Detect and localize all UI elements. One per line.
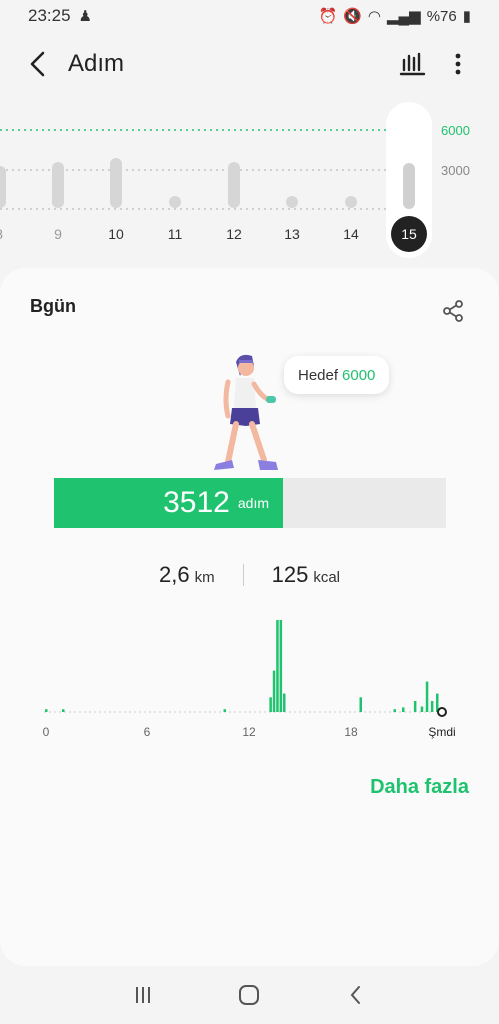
steps-progress-bar: 3512 adım bbox=[54, 478, 446, 528]
stats-row: 2,6 km 125 kcal bbox=[0, 562, 499, 588]
today-card: Bgün Hedef 6000 3512 adım 2,6 km 125 kca… bbox=[0, 268, 499, 966]
goal-label: Hedef bbox=[298, 366, 339, 384]
hour-bar bbox=[430, 701, 434, 712]
day-label: 9 bbox=[54, 226, 62, 242]
battery-icon: ▮ bbox=[462, 8, 471, 25]
status-icons: ⏰ 🔇 ◠ ▂▄▆ %76 ▮ bbox=[318, 7, 471, 26]
x-tick-label: 6 bbox=[144, 725, 151, 739]
hour-bar bbox=[269, 697, 272, 712]
steps-unit: adım bbox=[237, 495, 269, 511]
day-label: 8 bbox=[0, 226, 3, 242]
stats-divider bbox=[242, 564, 244, 586]
distance-unit: km bbox=[194, 569, 215, 586]
notification-icon: ♟ bbox=[78, 8, 92, 25]
now-marker bbox=[437, 707, 447, 717]
steps-value: 3512 adım bbox=[54, 478, 283, 528]
more-details-link[interactable]: Daha fazla bbox=[370, 776, 469, 799]
distance-value: 2,6 bbox=[159, 562, 190, 587]
hour-bar bbox=[279, 620, 283, 712]
signal-icon: ▂▄▆ bbox=[387, 8, 421, 25]
day-label-selected: 15 bbox=[401, 226, 417, 242]
day-label: 13 bbox=[284, 226, 300, 242]
hour-bar bbox=[413, 701, 417, 712]
page-title: Adım bbox=[68, 50, 125, 77]
day-label: 12 bbox=[226, 226, 242, 242]
hour-bar bbox=[62, 709, 65, 712]
calories-unit: kcal bbox=[313, 569, 340, 586]
back-arrow-icon[interactable] bbox=[26, 50, 50, 78]
calories-value: 125 bbox=[271, 562, 309, 587]
hour-bar bbox=[283, 693, 286, 712]
recent-apps-icon[interactable] bbox=[131, 983, 155, 1007]
hour-bar bbox=[272, 670, 276, 712]
selected-day-bar bbox=[403, 163, 415, 209]
battery-percent: %76 bbox=[426, 7, 457, 25]
goal-value: 6000 bbox=[342, 366, 376, 384]
day-label: 10 bbox=[108, 226, 124, 242]
x-tick-label: 18 bbox=[344, 725, 358, 739]
share-icon[interactable] bbox=[440, 298, 466, 324]
system-nav-bar bbox=[0, 966, 499, 1024]
steps-count: 3512 bbox=[163, 486, 230, 519]
bar-chart-icon[interactable] bbox=[398, 48, 428, 78]
x-tick-label: 12 bbox=[242, 725, 256, 739]
more-options-icon[interactable] bbox=[446, 50, 470, 78]
hour-bar bbox=[425, 681, 429, 712]
hour-bar bbox=[359, 697, 362, 712]
home-icon[interactable] bbox=[237, 983, 261, 1007]
grid-label: 3000 bbox=[441, 163, 470, 178]
status-time: 23:25 bbox=[28, 6, 71, 25]
hour-bar bbox=[393, 709, 396, 712]
hour-bar bbox=[223, 709, 226, 712]
day-label: 11 bbox=[168, 226, 183, 242]
day-label: 14 bbox=[343, 226, 359, 242]
wifi-icon: ◠ bbox=[367, 8, 381, 25]
weekly-steps-chart[interactable]: 8 9 10 11 12 13 14 15 6000 3000 bbox=[0, 96, 499, 266]
x-tick-label-now: Şmdi bbox=[428, 725, 455, 739]
hour-bar bbox=[402, 707, 405, 712]
status-bar: 23:25 ♟ ⏰ 🔇 ◠ ▂▄▆ %76 ▮ bbox=[0, 0, 499, 32]
walking-person-illustration bbox=[214, 354, 278, 470]
alarm-icon: ⏰ bbox=[318, 8, 338, 25]
goal-bubble[interactable]: Hedef 6000 bbox=[284, 356, 390, 394]
hourly-steps-chart[interactable]: 0 6 12 18 Şmdi bbox=[0, 608, 499, 748]
grid-label-goal: 6000 bbox=[441, 123, 470, 138]
hour-bar bbox=[276, 620, 279, 712]
hour-bar bbox=[45, 709, 48, 712]
week-bars bbox=[0, 158, 357, 208]
x-tick-label: 0 bbox=[43, 725, 50, 739]
app-bar: Adım bbox=[0, 38, 499, 90]
hour-bar bbox=[420, 706, 424, 712]
card-title: Bgün bbox=[30, 296, 76, 316]
mute-icon: 🔇 bbox=[343, 8, 362, 25]
back-nav-icon[interactable] bbox=[344, 983, 368, 1007]
